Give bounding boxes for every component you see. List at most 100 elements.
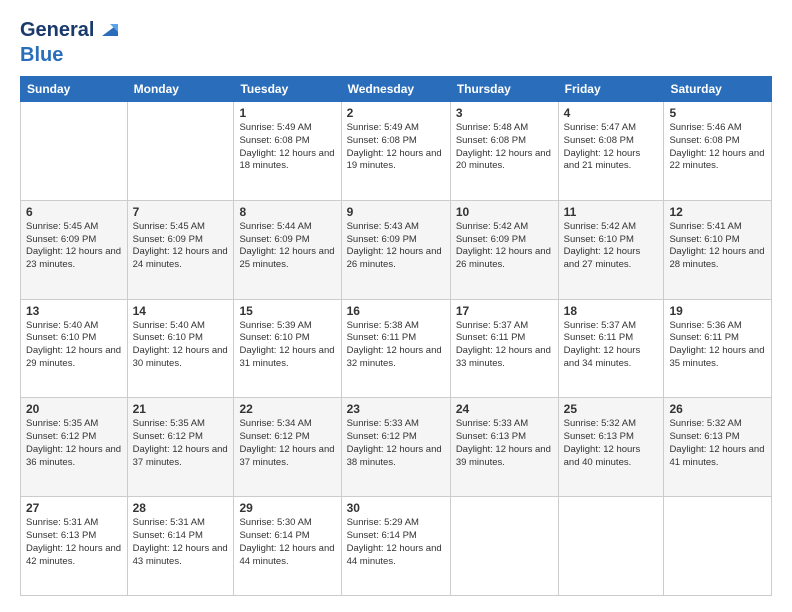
calendar-cell: 18 Sunrise: 5:37 AMSunset: 6:11 PMDayligh… <box>558 299 664 398</box>
day-number: 27 <box>26 501 122 515</box>
sunrise-text: Sunrise: 5:49 AM <box>347 122 445 135</box>
day-number: 14 <box>133 304 229 318</box>
calendar-day-header: Sunday <box>21 77 128 102</box>
day-number: 28 <box>133 501 229 515</box>
day-number: 3 <box>456 106 553 120</box>
sunrise-text: Sunrise: 5:43 AM <box>347 221 445 234</box>
calendar-cell: 23 Sunrise: 5:33 AMSunset: 6:12 PMDayligh… <box>341 398 450 497</box>
day-number: 15 <box>239 304 335 318</box>
calendar-table: SundayMondayTuesdayWednesdayThursdayFrid… <box>20 76 772 596</box>
calendar-cell: 13Sunrise: 5:40 AMSunset: 6:10 PMDayligh… <box>21 299 128 398</box>
daylight-text: Daylight: 12 hours and 27 minutes. <box>564 246 659 272</box>
sunrise-text: Sunrise: 5:38 AM <box>347 320 445 333</box>
sunset-text: Sunset: 6:14 PM <box>347 530 445 543</box>
sunset-text: Sunset: 6:10 PM <box>239 332 335 345</box>
sunrise-text: Sunrise: 5:40 AM <box>133 320 229 333</box>
sunrise-text: Sunrise: 5:40 AM <box>26 320 122 333</box>
calendar-cell: 9Sunrise: 5:43 AMSunset: 6:09 PMDaylight… <box>341 200 450 299</box>
calendar-day-header: Tuesday <box>234 77 341 102</box>
sunrise-text: Sunrise: 5:42 AM <box>456 221 553 234</box>
sunrise-text: Sunrise: 5:35 AM <box>133 418 229 431</box>
sunrise-text: Sunrise: 5:33 AM <box>456 418 553 431</box>
cell-content: Sunrise: 5:44 AMSunset: 6:09 PMDaylight:… <box>239 221 335 272</box>
day-number: 25 <box>564 402 659 416</box>
calendar-cell <box>21 102 128 201</box>
sunrise-text: Sunrise: 5:31 AM <box>133 517 229 530</box>
sunrise-text: Sunrise: 5:44 AM <box>239 221 335 234</box>
cell-content: Sunrise: 5:42 AMSunset: 6:10 PMDaylight:… <box>564 221 659 272</box>
day-number: 22 <box>239 402 335 416</box>
calendar-day-header: Monday <box>127 77 234 102</box>
daylight-text: Daylight: 12 hours and 34 minutes. <box>564 345 659 371</box>
cell-content: Sunrise: 5:33 AMSunset: 6:12 PMDaylight:… <box>347 418 445 469</box>
day-number: 30 <box>347 501 445 515</box>
sunrise-text: Sunrise: 5:49 AM <box>239 122 335 135</box>
cell-content: Sunrise: 5:35 AMSunset: 6:12 PMDaylight:… <box>26 418 122 469</box>
sunset-text: Sunset: 6:09 PM <box>239 234 335 247</box>
sunset-text: Sunset: 6:12 PM <box>133 431 229 444</box>
calendar-cell: 28Sunrise: 5:31 AMSunset: 6:14 PMDayligh… <box>127 497 234 596</box>
cell-content: Sunrise: 5:30 AMSunset: 6:14 PMDaylight:… <box>239 517 335 568</box>
sunrise-text: Sunrise: 5:35 AM <box>26 418 122 431</box>
day-number: 23 <box>347 402 445 416</box>
day-number: 19 <box>669 304 766 318</box>
sunrise-text: Sunrise: 5:47 AM <box>564 122 659 135</box>
daylight-text: Daylight: 12 hours and 24 minutes. <box>133 246 229 272</box>
day-number: 24 <box>456 402 553 416</box>
calendar-cell <box>127 102 234 201</box>
day-number: 8 <box>239 205 335 219</box>
daylight-text: Daylight: 12 hours and 44 minutes. <box>239 543 335 569</box>
calendar-cell: 3 Sunrise: 5:48 AMSunset: 6:08 PMDaylight… <box>450 102 558 201</box>
calendar-cell: 1Sunrise: 5:49 AMSunset: 6:08 PMDaylight… <box>234 102 341 201</box>
sunrise-text: Sunrise: 5:37 AM <box>564 320 659 333</box>
sunrise-text: Sunrise: 5:41 AM <box>669 221 766 234</box>
day-number: 7 <box>133 205 229 219</box>
sunset-text: Sunset: 6:11 PM <box>564 332 659 345</box>
daylight-text: Daylight: 12 hours and 38 minutes. <box>347 444 445 470</box>
cell-content: Sunrise: 5:37 AMSunset: 6:11 PMDaylight:… <box>564 320 659 371</box>
calendar-cell: 17Sunrise: 5:37 AMSunset: 6:11 PMDayligh… <box>450 299 558 398</box>
sunrise-text: Sunrise: 5:45 AM <box>26 221 122 234</box>
sunrise-text: Sunrise: 5:45 AM <box>133 221 229 234</box>
calendar-cell <box>558 497 664 596</box>
calendar-day-header: Friday <box>558 77 664 102</box>
calendar-cell: 19Sunrise: 5:36 AMSunset: 6:11 PMDayligh… <box>664 299 772 398</box>
cell-content: Sunrise: 5:33 AMSunset: 6:13 PMDaylight:… <box>456 418 553 469</box>
day-number: 21 <box>133 402 229 416</box>
daylight-text: Daylight: 12 hours and 42 minutes. <box>26 543 122 569</box>
cell-content: Sunrise: 5:40 AMSunset: 6:10 PMDaylight:… <box>133 320 229 371</box>
sunset-text: Sunset: 6:12 PM <box>239 431 335 444</box>
day-number: 9 <box>347 205 445 219</box>
calendar-cell: 2Sunrise: 5:49 AMSunset: 6:08 PMDaylight… <box>341 102 450 201</box>
header: General Blue <box>20 16 772 66</box>
day-number: 16 <box>347 304 445 318</box>
daylight-text: Daylight: 12 hours and 33 minutes. <box>456 345 553 371</box>
daylight-text: Daylight: 12 hours and 41 minutes. <box>669 444 766 470</box>
calendar-cell <box>664 497 772 596</box>
daylight-text: Daylight: 12 hours and 21 minutes. <box>564 148 659 174</box>
cell-content: Sunrise: 5:29 AMSunset: 6:14 PMDaylight:… <box>347 517 445 568</box>
calendar-cell: 16Sunrise: 5:38 AMSunset: 6:11 PMDayligh… <box>341 299 450 398</box>
day-number: 18 <box>564 304 659 318</box>
cell-content: Sunrise: 5:39 AMSunset: 6:10 PMDaylight:… <box>239 320 335 371</box>
cell-content: Sunrise: 5:45 AMSunset: 6:09 PMDaylight:… <box>26 221 122 272</box>
sunrise-text: Sunrise: 5:36 AM <box>669 320 766 333</box>
day-number: 20 <box>26 402 122 416</box>
daylight-text: Daylight: 12 hours and 26 minutes. <box>347 246 445 272</box>
cell-content: Sunrise: 5:46 AMSunset: 6:08 PMDaylight:… <box>669 122 766 173</box>
sunrise-text: Sunrise: 5:34 AM <box>239 418 335 431</box>
calendar-cell: 22Sunrise: 5:34 AMSunset: 6:12 PMDayligh… <box>234 398 341 497</box>
daylight-text: Daylight: 12 hours and 37 minutes. <box>133 444 229 470</box>
calendar-day-header: Saturday <box>664 77 772 102</box>
calendar-cell: 29Sunrise: 5:30 AMSunset: 6:14 PMDayligh… <box>234 497 341 596</box>
calendar-header-row: SundayMondayTuesdayWednesdayThursdayFrid… <box>21 77 772 102</box>
cell-content: Sunrise: 5:48 AMSunset: 6:08 PMDaylight:… <box>456 122 553 173</box>
page: General Blue SundayMondayTuesdayWednesda… <box>0 0 792 612</box>
sunrise-text: Sunrise: 5:29 AM <box>347 517 445 530</box>
cell-content: Sunrise: 5:31 AMSunset: 6:13 PMDaylight:… <box>26 517 122 568</box>
daylight-text: Daylight: 12 hours and 36 minutes. <box>26 444 122 470</box>
cell-content: Sunrise: 5:40 AMSunset: 6:10 PMDaylight:… <box>26 320 122 371</box>
sunset-text: Sunset: 6:13 PM <box>26 530 122 543</box>
sunset-text: Sunset: 6:11 PM <box>347 332 445 345</box>
day-number: 5 <box>669 106 766 120</box>
